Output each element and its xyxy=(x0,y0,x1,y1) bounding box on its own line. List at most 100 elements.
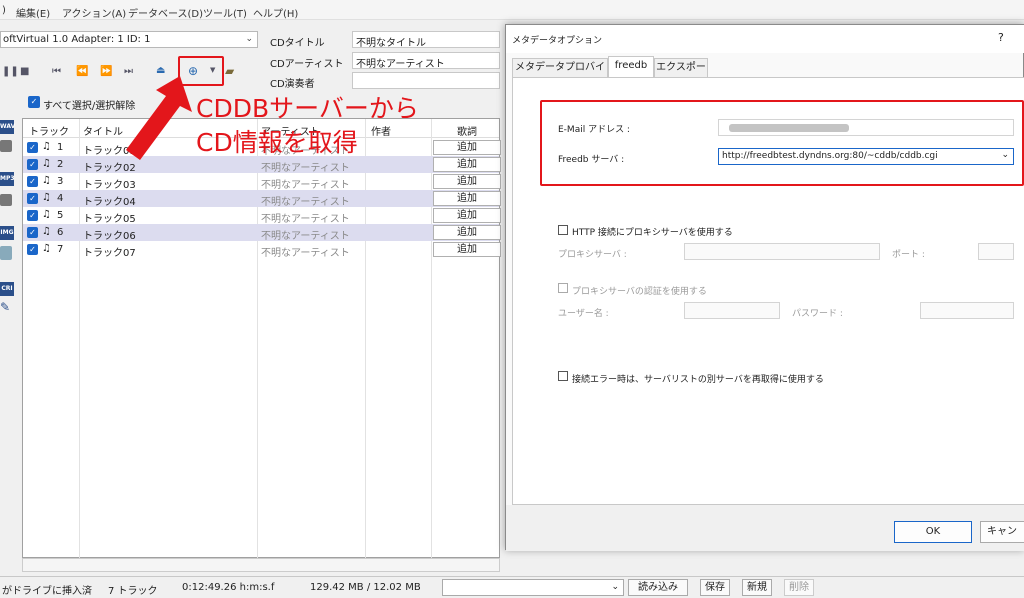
track-checkbox[interactable]: ✓ xyxy=(27,176,38,187)
cri-icon[interactable]: CRI xyxy=(0,282,14,296)
column-header-title[interactable]: タイトル xyxy=(83,123,123,138)
table-row[interactable]: ✓ ♫ 6 トラック06 不明なアーティスト 追加 xyxy=(23,224,501,242)
callout-line-1: CDDBサーバーから xyxy=(196,94,419,123)
menu-item-database[interactable]: データベース(D) xyxy=(128,5,203,20)
track-title: トラック03 xyxy=(83,180,136,191)
select-all-checkbox[interactable]: ✓ xyxy=(28,96,40,108)
cd-performer-label: CD演奏者 xyxy=(270,79,315,90)
track-number: 4 xyxy=(57,193,64,204)
tab-export[interactable]: エクスポート xyxy=(654,58,708,91)
cancel-button[interactable]: キャンセ xyxy=(980,521,1024,543)
freedb-settings-highlight xyxy=(540,100,1024,186)
track-checkbox[interactable]: ✓ xyxy=(27,244,38,255)
track-checkbox[interactable]: ✓ xyxy=(27,159,38,170)
table-row[interactable]: ✓ ♫ 3 トラック03 不明なアーティスト 追加 xyxy=(23,173,501,191)
add-lyrics-button[interactable]: 追加 xyxy=(433,225,501,240)
music-note-icon: ♫ xyxy=(42,175,51,186)
dialog-title: メタデータオプション xyxy=(512,36,603,46)
port-label: ポート : xyxy=(892,250,925,260)
music-note-icon: ♫ xyxy=(42,209,51,220)
track-number: 5 xyxy=(57,210,64,221)
track-number: 6 xyxy=(57,227,64,238)
http-proxy-checkbox[interactable] xyxy=(558,225,568,235)
track-artist: 不明なアーティスト xyxy=(261,248,350,259)
stop-icon[interactable]: ■ xyxy=(20,66,29,77)
add-lyrics-button[interactable]: 追加 xyxy=(433,242,501,257)
dialog-titlebar: メタデータオプション ? xyxy=(506,25,1024,53)
cd-performer-field[interactable] xyxy=(352,72,500,89)
menu-item-tools[interactable]: ツール(T) xyxy=(203,5,247,20)
proxy-server-field[interactable] xyxy=(684,243,880,260)
horizontal-scrollbar[interactable] xyxy=(22,558,500,572)
proxy-server-label: プロキシサーバ : xyxy=(558,250,627,260)
music-note-icon: ♫ xyxy=(42,158,51,169)
proxy-auth-checkbox[interactable] xyxy=(558,283,568,293)
table-row[interactable]: ✓ ♫ 4 トラック04 不明なアーティスト 追加 xyxy=(23,190,501,208)
track-title: トラック04 xyxy=(83,197,136,208)
cd-title-field[interactable]: 不明なタイトル xyxy=(352,31,500,49)
tab-freedb[interactable]: freedb xyxy=(608,56,654,78)
add-lyrics-button[interactable]: 追加 xyxy=(433,208,501,223)
callout-line-2: CD情報を取得 xyxy=(196,128,358,157)
proxy-auth-label: プロキシサーバの認証を使用する xyxy=(572,287,707,297)
database-select[interactable]: ⌄ xyxy=(442,579,624,596)
status-tracks: 7 トラック xyxy=(108,586,158,597)
http-proxy-label: HTTP 接続にプロキシサーバを使用する xyxy=(572,228,733,238)
track-checkbox[interactable]: ✓ xyxy=(27,227,38,238)
new-button[interactable]: 新規 xyxy=(742,579,772,596)
mp3-icon[interactable]: MP3 xyxy=(0,172,15,186)
pause-icon[interactable]: ❚❚ xyxy=(2,66,19,77)
fast-forward-icon[interactable]: ⏩ xyxy=(100,66,112,77)
password-label: パスワード : xyxy=(792,309,843,319)
table-row[interactable]: ✓ ♫ 5 トラック05 不明なアーティスト 追加 xyxy=(23,207,501,225)
delete-button[interactable]: 削除 xyxy=(784,579,814,596)
menu-item-action[interactable]: アクション(A) xyxy=(62,5,126,20)
track-checkbox[interactable]: ✓ xyxy=(27,210,38,221)
tab-metadata-provider[interactable]: メタデータプロバイダ xyxy=(512,58,608,91)
password-field[interactable] xyxy=(920,302,1014,319)
add-lyrics-button[interactable]: 追加 xyxy=(433,174,501,189)
menu-bar: ) 編集(E) アクション(A) データベース(D) ツール(T) ヘルプ(H) xyxy=(0,0,1024,20)
track-list: トラック タイトル アーティスト 作者 歌詞 ✓ ♫ 1 トラック01 不明なア… xyxy=(22,118,501,559)
track-artist: 不明なアーティスト xyxy=(261,180,350,191)
status-bar: がドライブに挿入済 7 トラック 0:12:49.26 h:m:s.f 129.… xyxy=(0,576,1024,598)
port-field[interactable] xyxy=(978,243,1014,260)
track-checkbox[interactable]: ✓ xyxy=(27,142,38,153)
cd-artist-label: CDアーティスト xyxy=(270,59,344,70)
img-icon[interactable]: IMG xyxy=(0,226,14,240)
rewind-icon[interactable]: ⏪ xyxy=(76,66,88,77)
drive-icon xyxy=(0,194,12,206)
track-title: トラック07 xyxy=(83,248,136,259)
load-button[interactable]: 読み込み xyxy=(628,579,688,596)
track-checkbox[interactable]: ✓ xyxy=(27,193,38,204)
ok-button[interactable]: OK xyxy=(894,521,972,543)
pen-icon: ✎ xyxy=(0,300,11,314)
music-note-icon: ♫ xyxy=(42,192,51,203)
track-artist: 不明なアーティスト xyxy=(261,163,350,174)
cd-title-label: CDタイトル xyxy=(270,38,325,49)
track-number: 7 xyxy=(57,244,64,255)
username-label: ユーザー名 : xyxy=(558,309,609,319)
track-artist: 不明なアーティスト xyxy=(261,231,350,242)
cd-artist-field[interactable]: 不明なアーティスト xyxy=(352,52,500,70)
column-header-track[interactable]: トラック xyxy=(29,123,69,138)
help-icon[interactable]: ? xyxy=(998,31,1004,44)
menu-item-help[interactable]: ヘルプ(H) xyxy=(253,5,298,20)
image-icon xyxy=(0,246,12,260)
first-track-icon[interactable]: ⏮ xyxy=(52,66,61,77)
music-note-icon: ♫ xyxy=(42,141,51,152)
retry-checkbox[interactable] xyxy=(558,371,568,381)
track-artist: 不明なアーティスト xyxy=(261,197,350,208)
wav-icon[interactable]: WAV xyxy=(0,120,15,134)
table-row[interactable]: ✓ ♫ 7 トラック07 不明なアーティスト 追加 xyxy=(23,241,501,259)
save-button[interactable]: 保存 xyxy=(700,579,730,596)
track-number: 1 xyxy=(57,142,64,153)
status-time: 0:12:49.26 h:m:s.f xyxy=(182,582,275,593)
status-drive: がドライブに挿入済 xyxy=(2,586,92,597)
drive-select[interactable]: oftVirtual 1.0 Adapter: 1 ID: 1 ⌄ xyxy=(0,31,258,48)
disc-drive-icon[interactable]: ▰ xyxy=(225,64,234,78)
username-field[interactable] xyxy=(684,302,780,319)
menu-item-file[interactable]: ) xyxy=(2,5,6,16)
add-lyrics-button[interactable]: 追加 xyxy=(433,191,501,206)
menu-item-edit[interactable]: 編集(E) xyxy=(16,5,50,20)
